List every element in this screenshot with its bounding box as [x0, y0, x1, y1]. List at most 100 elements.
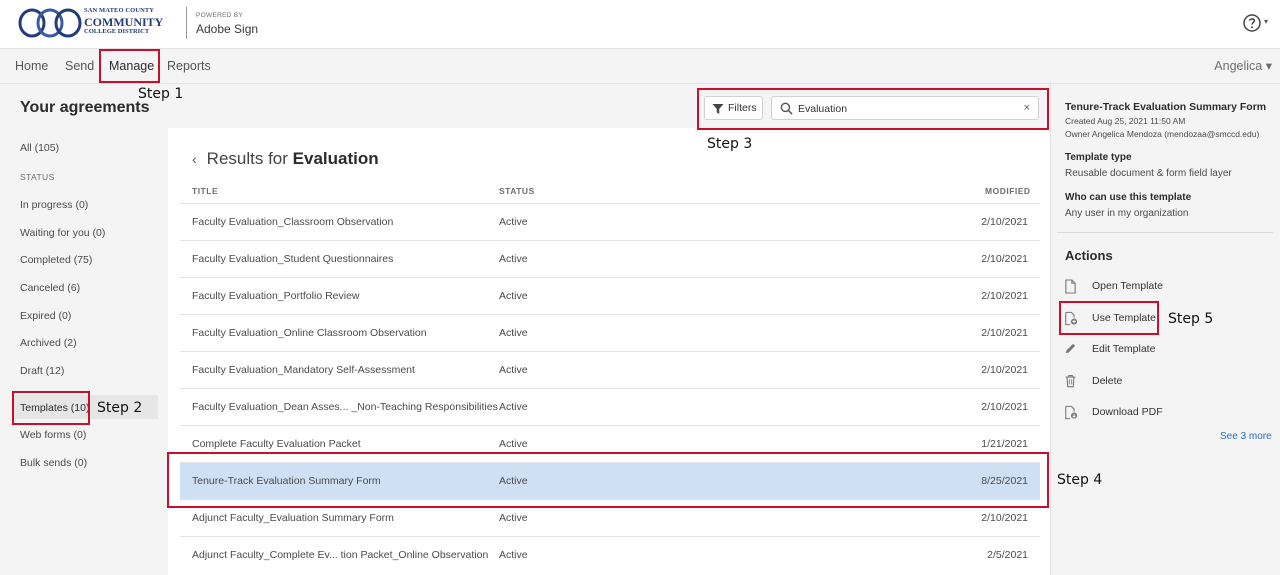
row-status: Active — [499, 253, 528, 265]
step-2-highlight-box — [12, 391, 90, 425]
results-heading: ‹ Results for Evaluation — [192, 149, 379, 169]
download-pdf-label: Download PDF — [1092, 406, 1163, 418]
details-title: Tenure-Track Evaluation Summary Form — [1065, 101, 1267, 113]
row-title: Adjunct Faculty_Complete Ev... tion Pack… — [192, 549, 489, 561]
logo-line-2: COMMUNITY — [84, 14, 164, 29]
step-5-label: Step 5 — [1168, 311, 1214, 327]
sidebar-item-completed[interactable]: Completed (75) — [20, 254, 92, 266]
results-query: Evaluation — [292, 149, 379, 168]
row-status: Active — [499, 549, 528, 561]
column-header-title[interactable]: TITLE — [192, 186, 218, 196]
logo-line-1: SAN MATEO COUNTY — [84, 7, 155, 14]
row-title: Faculty Evaluation_Portfolio Review — [192, 290, 360, 302]
nav-reports[interactable]: Reports — [167, 59, 211, 73]
row-status: Active — [499, 401, 528, 413]
logo-rings-icon — [18, 8, 82, 38]
edit-template-label: Edit Template — [1092, 343, 1156, 355]
back-chevron-icon[interactable]: ‹ — [192, 151, 197, 167]
header-divider — [186, 7, 187, 39]
template-type-label: Template type — [1065, 152, 1132, 163]
step-3-highlight-box — [697, 88, 1049, 130]
delete-label: Delete — [1092, 375, 1123, 387]
sidebar-item-bulk-sends[interactable]: Bulk sends (0) — [20, 457, 87, 469]
row-title: Faculty Evaluation_Dean Asses... _Non-Te… — [192, 401, 498, 413]
results-table: Faculty Evaluation_Classroom Observation… — [180, 203, 1040, 573]
table-row[interactable]: Faculty Evaluation_Dean Asses... _Non-Te… — [180, 388, 1040, 425]
who-can-use-value: Any user in my organization — [1065, 208, 1189, 219]
nav-send[interactable]: Send — [65, 59, 94, 73]
pencil-icon — [1065, 343, 1076, 354]
row-modified: 2/10/2021 — [981, 290, 1028, 302]
row-modified: 2/5/2021 — [987, 549, 1028, 561]
row-modified: 2/10/2021 — [981, 216, 1028, 228]
see-more-link[interactable]: See 3 more — [1220, 431, 1272, 442]
district-logo[interactable]: SAN MATEO COUNTY COMMUNITY COLLEGE DISTR… — [18, 5, 163, 41]
sidebar-status-heading: STATUS — [20, 172, 55, 182]
step-1-label: Step 1 — [138, 86, 184, 102]
sidebar-item-web-forms[interactable]: Web forms (0) — [20, 429, 86, 441]
sidebar-item-draft[interactable]: Draft (12) — [20, 365, 64, 377]
help-icon[interactable] — [1242, 13, 1262, 33]
table-row[interactable]: Faculty Evaluation_Mandatory Self-Assess… — [180, 351, 1040, 388]
row-title: Faculty Evaluation_Student Questionnaire… — [192, 253, 394, 265]
who-can-use-label: Who can use this template — [1065, 192, 1192, 203]
sidebar-item-waiting[interactable]: Waiting for you (0) — [20, 227, 105, 239]
sidebar-item-archived[interactable]: Archived (2) — [20, 337, 77, 349]
row-modified: 2/10/2021 — [981, 327, 1028, 339]
sidebar-item-all[interactable]: All (105) — [20, 142, 59, 154]
row-title: Faculty Evaluation_Mandatory Self-Assess… — [192, 364, 415, 376]
left-pane — [0, 84, 168, 575]
row-modified: 2/10/2021 — [981, 512, 1028, 524]
table-row[interactable]: Faculty Evaluation_Student Questionnaire… — [180, 240, 1040, 277]
row-status: Active — [499, 327, 528, 339]
step-2-label: Step 2 — [97, 400, 143, 416]
user-menu[interactable]: Angelica ▾ — [1214, 58, 1272, 73]
row-modified: 2/10/2021 — [981, 253, 1028, 265]
column-header-modified[interactable]: MODIFIED — [985, 186, 1031, 196]
logo-text: SAN MATEO COUNTY COMMUNITY COLLEGE DISTR… — [84, 7, 164, 35]
open-template-action[interactable]: Open Template — [1064, 276, 1214, 296]
row-title: Faculty Evaluation_Classroom Observation — [192, 216, 394, 228]
edit-template-action[interactable]: Edit Template — [1064, 339, 1214, 359]
template-type-value: Reusable document & form field layer — [1065, 168, 1232, 179]
step-4-label: Step 4 — [1057, 472, 1103, 488]
sidebar-item-in-progress[interactable]: In progress (0) — [20, 199, 88, 211]
open-template-label: Open Template — [1092, 280, 1164, 292]
table-row[interactable]: Adjunct Faculty_Complete Ev... tion Pack… — [180, 536, 1040, 573]
trash-icon — [1065, 375, 1076, 388]
row-title: Faculty Evaluation_Online Classroom Obse… — [192, 327, 427, 339]
logo-line-3: COLLEGE DISTRICT — [84, 27, 150, 35]
row-title: Adjunct Faculty_Evaluation Summary Form — [192, 512, 394, 524]
row-modified: 2/10/2021 — [981, 401, 1028, 413]
delete-action[interactable]: Delete — [1064, 371, 1214, 391]
results-prefix: Results for — [206, 149, 288, 168]
step-5-highlight-box — [1059, 301, 1159, 335]
details-created: Created Aug 25, 2021 11:50 AM — [1065, 116, 1186, 126]
document-icon — [1065, 279, 1076, 294]
row-status: Active — [499, 512, 528, 524]
row-status: Active — [499, 290, 528, 302]
sidebar-item-canceled[interactable]: Canceled (6) — [20, 282, 80, 294]
download-pdf-action[interactable]: Download PDF — [1064, 402, 1214, 422]
table-row[interactable]: Faculty Evaluation_Online Classroom Obse… — [180, 314, 1040, 351]
row-status: Active — [499, 364, 528, 376]
details-divider — [1057, 232, 1273, 233]
product-name: Adobe Sign — [196, 22, 259, 36]
sidebar-item-expired[interactable]: Expired (0) — [20, 310, 71, 322]
powered-by-label: POWERED BY — [196, 12, 244, 19]
table-row[interactable]: Faculty Evaluation_Portfolio Review Acti… — [180, 277, 1040, 314]
step-4-highlight-box — [167, 452, 1049, 508]
details-owner: Owner Angelica Mendoza (mendozaa@smccd.e… — [1065, 129, 1260, 139]
column-header-status[interactable]: STATUS — [499, 186, 535, 196]
page-title: Your agreements — [20, 99, 150, 116]
row-modified: 1/21/2021 — [981, 438, 1028, 450]
row-modified: 2/10/2021 — [981, 364, 1028, 376]
table-row[interactable]: Faculty Evaluation_Classroom Observation… — [180, 203, 1040, 240]
download-pdf-icon — [1065, 405, 1078, 420]
step-3-label: Step 3 — [707, 136, 753, 152]
chevron-down-icon[interactable]: ▾ — [1264, 17, 1268, 26]
actions-heading: Actions — [1065, 248, 1113, 263]
row-status: Active — [499, 216, 528, 228]
nav-home[interactable]: Home — [15, 59, 48, 73]
row-status: Active — [499, 438, 528, 450]
